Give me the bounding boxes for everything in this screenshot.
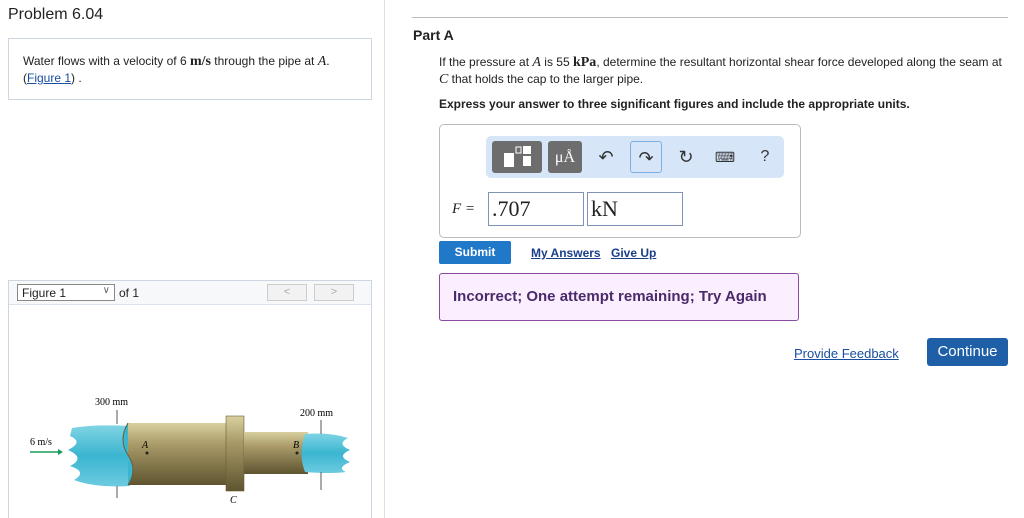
templates-icon	[504, 146, 531, 167]
undo-icon[interactable]: ↶	[594, 145, 618, 169]
units-input[interactable]: kN	[587, 192, 683, 226]
text: Water flows with a velocity of 6	[23, 54, 190, 68]
reset-icon[interactable]: ↻	[674, 145, 698, 169]
figure-count: of 1	[119, 286, 140, 300]
divider	[412, 17, 1008, 18]
problem-panel: Problem 6.04 Water flows with a velocity…	[0, 0, 385, 518]
text: is 55	[540, 55, 573, 69]
flange	[225, 415, 245, 492]
velocity-label: 6 m/s	[30, 437, 52, 448]
next-figure-button[interactable]: >	[314, 284, 354, 301]
problem-statement: Water flows with a velocity of 6 m/s thr…	[8, 38, 372, 100]
text: ) .	[71, 71, 82, 85]
dim-200: 200 mm	[300, 408, 333, 419]
figure-select[interactable]: Figure 1 ∨	[17, 284, 115, 301]
redo-icon[interactable]: ↷	[630, 141, 662, 173]
units-button[interactable]: μÅ	[548, 141, 582, 173]
dim-300: 300 mm	[95, 397, 128, 408]
instructions: Express your answer to three significant…	[439, 97, 910, 111]
pipe-diagram: 300 mm 200 mm 6 m/s A B C	[30, 397, 350, 506]
water-left	[68, 425, 130, 487]
text: If the pressure at	[439, 55, 533, 69]
label-a: A	[141, 440, 149, 451]
text: that holds the cap to the larger pipe.	[448, 72, 644, 86]
unit: m/s	[189, 54, 211, 69]
my-answers-link[interactable]: My Answers	[531, 246, 601, 260]
answer-label: F =	[452, 201, 476, 217]
point: A	[532, 55, 541, 70]
text: through the pipe at	[210, 54, 318, 68]
value-input[interactable]: .707	[488, 192, 584, 226]
unit: kPa	[572, 55, 597, 70]
math-toolbar: μÅ ↶ ↷ ↻ ⌨ ?	[486, 136, 784, 178]
large-pipe	[128, 423, 228, 485]
question: If the pressure at A is 55 kPa, determin…	[439, 54, 1009, 88]
point: A	[317, 54, 327, 69]
templates-button[interactable]	[492, 141, 542, 173]
help-button[interactable]: ?	[753, 145, 777, 169]
give-up-link[interactable]: Give Up	[611, 246, 656, 260]
problem-title: Problem 6.04	[8, 6, 104, 23]
submit-button[interactable]: Submit	[439, 241, 511, 264]
provide-feedback-link[interactable]: Provide Feedback	[794, 346, 899, 361]
answer-box: μÅ ↶ ↷ ↻ ⌨ ? F = .707 kN	[439, 124, 801, 238]
prev-figure-button[interactable]: <	[267, 284, 307, 301]
figure-link[interactable]: Figure 1	[27, 71, 71, 85]
label-c: C	[230, 495, 237, 506]
feedback-message: Incorrect; One attempt remaining; Try Ag…	[439, 273, 799, 321]
continue-button[interactable]: Continue	[927, 338, 1008, 366]
water-right	[301, 433, 350, 473]
label-b: B	[293, 440, 299, 451]
chevron-down-icon: ∨	[102, 285, 110, 296]
part-title: Part A	[413, 27, 454, 43]
text: , determine the resultant horizontal she…	[596, 55, 1002, 69]
point: C	[439, 72, 449, 87]
select-value: Figure 1	[22, 286, 67, 300]
keyboard-icon[interactable]: ⌨	[713, 145, 737, 169]
figure-toolbar: Figure 1 ∨ of 1 < >	[9, 281, 371, 305]
